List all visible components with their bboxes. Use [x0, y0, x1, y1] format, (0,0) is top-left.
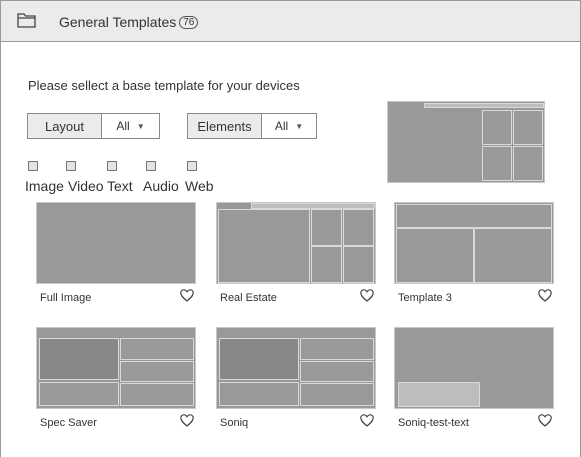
thumb-cell [311, 246, 342, 283]
template-card-soniq[interactable]: Soniq [216, 327, 376, 429]
template-name: Full Image [40, 292, 92, 304]
checkbox-image[interactable] [28, 161, 38, 171]
heart-icon[interactable] [538, 414, 552, 427]
checkbox-label-audio: Audio [143, 178, 179, 194]
template-name: Real Estate [220, 292, 277, 304]
instruction-text: Please sellect a base template for your … [28, 78, 300, 93]
chevron-down-icon: ▼ [295, 121, 304, 131]
layout-filter[interactable]: Layout All ▼ [27, 113, 160, 139]
preview-cell [482, 146, 512, 181]
thumb-cell [396, 204, 552, 228]
thumb-cell [120, 361, 194, 382]
thumb-cell [398, 382, 480, 407]
thumb-cell [219, 338, 299, 380]
checkbox-audio[interactable] [146, 161, 156, 171]
thumb-cell [219, 382, 299, 406]
page-title-text: General Templates [59, 14, 177, 30]
template-card-template-3[interactable]: Template 3 [394, 202, 554, 304]
heart-icon[interactable] [180, 414, 194, 427]
thumb-cell [396, 228, 474, 283]
chevron-down-icon: ▼ [136, 121, 145, 131]
thumb-cell [474, 228, 552, 283]
layout-filter-label: Layout [28, 114, 102, 138]
template-thumbnail[interactable] [36, 202, 196, 284]
heart-icon[interactable] [360, 289, 374, 302]
template-card-soniq-test-text[interactable]: Soniq-test-text [394, 327, 554, 429]
checkbox-label-video: Video [68, 178, 104, 194]
elements-filter-select[interactable]: All ▼ [262, 114, 316, 138]
template-name: Template 3 [398, 292, 452, 304]
template-card-full-image[interactable]: Full Image [36, 202, 196, 304]
template-name: Soniq-test-text [398, 417, 469, 429]
preview-cell [513, 110, 543, 145]
heart-icon[interactable] [180, 289, 194, 302]
thumb-cell [311, 209, 342, 246]
elements-filter[interactable]: Elements All ▼ [187, 113, 317, 139]
folder-icon [17, 13, 36, 28]
preview-cell [513, 146, 543, 181]
template-name: Soniq [220, 417, 249, 429]
checkbox-label-web: Web [185, 178, 214, 194]
template-count-badge: 76 [179, 15, 199, 29]
checkbox-label-image: Image [25, 178, 64, 194]
elements-filter-value: All [274, 119, 289, 133]
thumb-cell [300, 361, 374, 382]
template-thumbnail[interactable] [394, 202, 554, 284]
checkbox-web[interactable] [187, 161, 197, 171]
preview-cell [482, 110, 512, 145]
page-title: General Templates 76 [59, 14, 199, 30]
template-card-spec-saver[interactable]: Spec Saver [36, 327, 196, 429]
template-card-real-estate[interactable]: Real Estate [216, 202, 376, 304]
checkbox-label-text: Text [107, 178, 133, 194]
header-bar: General Templates 76 [1, 1, 580, 42]
template-thumbnail[interactable] [216, 202, 376, 284]
template-thumbnail[interactable] [394, 327, 554, 409]
thumb-cell [343, 209, 374, 246]
elements-filter-label: Elements [188, 114, 262, 138]
layout-filter-select[interactable]: All ▼ [102, 114, 159, 138]
thumb-cell [39, 382, 119, 406]
layout-filter-value: All [116, 119, 130, 133]
heart-icon[interactable] [538, 289, 552, 302]
template-thumbnail[interactable] [36, 327, 196, 409]
thumb-cell [343, 246, 374, 283]
thumb-cell [120, 338, 194, 360]
thumb-cell [300, 338, 374, 360]
template-thumbnail[interactable] [216, 327, 376, 409]
thumb-cell [300, 383, 374, 406]
template-name: Spec Saver [40, 417, 97, 429]
preview-top-bar [424, 103, 544, 108]
checkbox-text[interactable] [107, 161, 117, 171]
selected-template-preview [387, 101, 545, 183]
thumb-cell [120, 383, 194, 406]
thumb-cell [218, 209, 310, 283]
checkbox-video[interactable] [66, 161, 76, 171]
heart-icon[interactable] [360, 414, 374, 427]
template-picker: General Templates 76 Please sellect a ba… [0, 0, 581, 457]
thumb-cell [39, 338, 119, 380]
